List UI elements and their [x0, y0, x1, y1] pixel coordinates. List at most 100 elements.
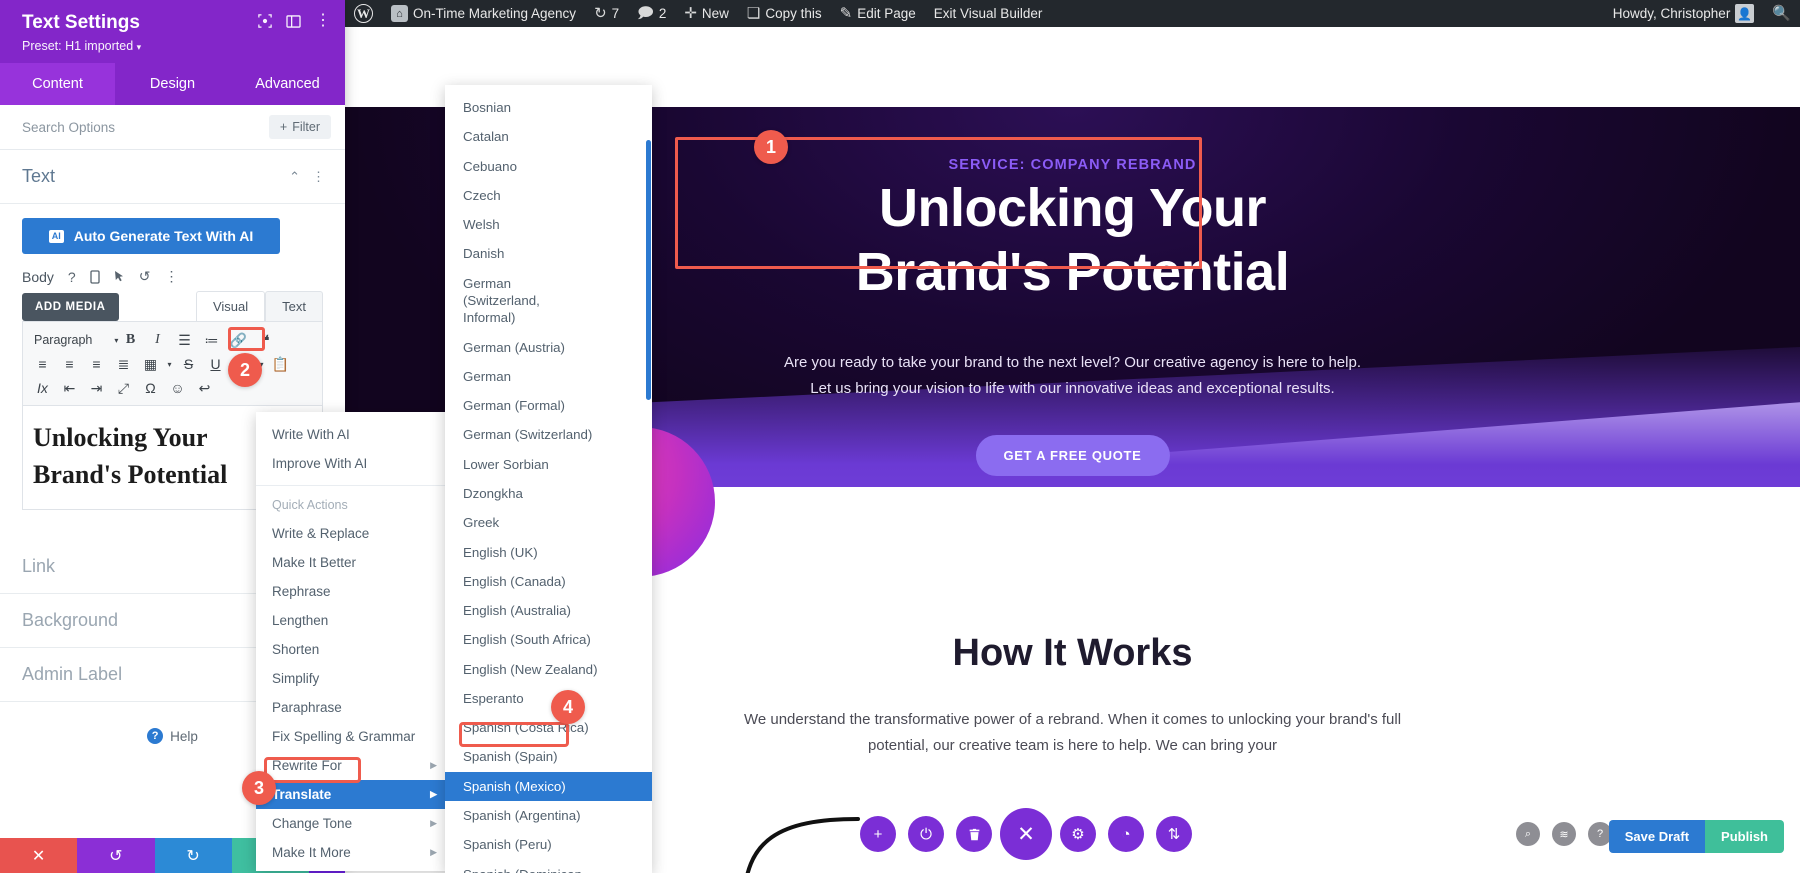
reset-icon[interactable]: ↺ [139, 268, 151, 285]
translate-language-submenu[interactable]: Bosnian Catalan Cebuano Czech Welsh Dani… [445, 85, 652, 873]
settings-gear-button[interactable]: ⚙ [1060, 816, 1096, 852]
language-item[interactable]: Spanish (Costa Rica) [445, 713, 652, 742]
language-menu-scrollbar[interactable] [646, 140, 651, 400]
language-item[interactable]: German (Austria) [445, 333, 652, 362]
language-item[interactable]: Esperanto [445, 684, 652, 713]
language-item[interactable]: Lower Sorbian [445, 450, 652, 479]
language-item[interactable]: Welsh [445, 210, 652, 239]
tab-content[interactable]: Content [0, 63, 115, 105]
undo-button[interactable]: ↩ [192, 377, 217, 400]
tab-text[interactable]: Text [265, 291, 323, 321]
language-item[interactable]: German (Formal) [445, 391, 652, 420]
language-item[interactable]: Danish [445, 239, 652, 268]
redo-button[interactable]: ↻ [154, 838, 232, 873]
menu-item-translate[interactable]: Translate ▶ [256, 780, 453, 809]
menu-item-make-it-better[interactable]: Make It Better [256, 548, 453, 577]
get-a-free-quote-button[interactable]: GET A FREE QUOTE [975, 435, 1170, 476]
focus-icon[interactable] [258, 14, 272, 28]
language-item[interactable]: English (Australia) [445, 596, 652, 625]
indent-button[interactable]: ⇥ [84, 377, 109, 400]
language-item[interactable]: Bosnian [445, 93, 652, 122]
copy-this-item[interactable]: ❏ Copy this [738, 0, 831, 27]
wordpress-admin-bar[interactable]: W ⌂ On-Time Marketing Agency ↻ 7 🗩 2 ✛ N… [345, 0, 1800, 27]
search-input[interactable]: Search Options [22, 120, 115, 135]
special-character-button[interactable]: Ω [138, 377, 163, 400]
language-item[interactable]: Spanish (Dominican Republic) [445, 860, 652, 873]
menu-item-rewrite-for[interactable]: Rewrite For ▶ [256, 751, 453, 780]
menu-item-improve-with-ai[interactable]: Improve With AI [256, 449, 453, 478]
emoji-button[interactable]: ☺ [165, 377, 190, 400]
underline-button[interactable]: U [203, 353, 228, 376]
admin-search-button[interactable]: 🔍 [1763, 0, 1800, 27]
divi-save-group[interactable]: Save Draft Publish [1608, 820, 1784, 853]
align-justify-button[interactable]: ≣ [111, 353, 136, 376]
outdent-button[interactable]: ⇤ [57, 377, 82, 400]
more-options-icon[interactable]: ⋮ [315, 13, 331, 29]
zoom-button[interactable]: ⌕ [1516, 822, 1540, 846]
menu-item-fix-spelling-and-grammar[interactable]: Fix Spelling & Grammar [256, 722, 453, 751]
menu-item-write-with-ai[interactable]: Write With AI [256, 420, 453, 449]
menu-item-write-and-replace[interactable]: Write & Replace [256, 519, 453, 548]
help-question-icon[interactable]: ? [68, 269, 76, 285]
editor-toolbar[interactable]: Paragraph ▾ B I ☰ ≔ 🔗 ❝ ≡ ≡ ≡ ≣ ▦ ▾ S U … [22, 321, 323, 406]
menu-item-paraphrase[interactable]: Paraphrase [256, 693, 453, 722]
menu-item-shorten[interactable]: Shorten [256, 635, 453, 664]
language-item[interactable]: English (UK) [445, 538, 652, 567]
auto-generate-text-with-ai-button[interactable]: AI Auto Generate Text With AI [22, 218, 280, 254]
menu-item-make-it-more[interactable]: Make It More ▶ [256, 838, 453, 867]
editor-toolbar-row-3[interactable]: Ix ⇤ ⇥ ⤢ Ω ☺ ↩ [30, 376, 315, 400]
editor-toolbar-row-2[interactable]: ≡ ≡ ≡ ≣ ▦ ▾ S U A ▾ 📋 [30, 352, 315, 376]
bulleted-list-button[interactable]: ☰ [172, 329, 197, 352]
mobile-device-icon[interactable] [90, 269, 100, 284]
publish-button[interactable]: Publish [1705, 820, 1784, 853]
delete-button[interactable] [956, 816, 992, 852]
language-item[interactable]: Spanish (Spain) [445, 742, 652, 771]
language-item[interactable]: German (Switzerland) [445, 420, 652, 449]
account-item[interactable]: Howdy, Christopher 👤 [1604, 0, 1764, 27]
responsive-button[interactable]: ⇅ [1156, 816, 1192, 852]
blockquote-button[interactable]: ❝ [253, 329, 278, 352]
section-text-icons[interactable]: ⌃ ⋮ [289, 169, 325, 185]
save-draft-button[interactable]: Save Draft [1608, 820, 1706, 853]
panel-tabs[interactable]: Content Design Advanced [0, 63, 345, 105]
language-item[interactable]: English (Canada) [445, 567, 652, 596]
language-item-selected[interactable]: Spanish (Mexico) [445, 771, 652, 802]
ai-actions-menu[interactable]: Write With AI Improve With AI Quick Acti… [256, 412, 453, 871]
menu-item-rephrase[interactable]: Rephrase [256, 577, 453, 606]
italic-button[interactable]: I [145, 329, 170, 352]
align-center-button[interactable]: ≡ [57, 353, 82, 376]
preset-label[interactable]: Preset: H1 imported ▾ [22, 39, 327, 53]
tab-design[interactable]: Design [115, 63, 230, 105]
more-options-icon[interactable]: ⋮ [312, 169, 325, 185]
align-right-button[interactable]: ≡ [84, 353, 109, 376]
discard-changes-button[interactable]: ✕ [0, 838, 78, 873]
body-field-toolbar[interactable]: Body ? ↺ ⋮ [0, 254, 345, 291]
updates-item[interactable]: ↻ 7 [585, 0, 628, 27]
language-item[interactable]: English (New Zealand) [445, 655, 652, 684]
tab-visual[interactable]: Visual [195, 291, 266, 321]
language-item[interactable]: English (South Africa) [445, 625, 652, 654]
language-item[interactable]: Spanish (Argentina) [445, 801, 652, 830]
add-media-button[interactable]: ADD MEDIA [22, 293, 119, 321]
editor-mode-tabs[interactable]: Visual Text [195, 291, 323, 321]
more-options-icon[interactable]: ⋮ [164, 268, 178, 285]
search-options-row[interactable]: Search Options + Filter [0, 105, 345, 150]
language-item[interactable]: German [445, 362, 652, 391]
language-item[interactable]: Dzongkha [445, 479, 652, 508]
align-left-button[interactable]: ≡ [30, 353, 55, 376]
link-button[interactable]: 🔗 [226, 329, 251, 352]
exit-visual-builder-item[interactable]: Exit Visual Builder [925, 0, 1052, 27]
format-select[interactable]: Paragraph ▾ [30, 333, 118, 347]
dock-panel-icon[interactable] [286, 14, 301, 28]
close-builder-button[interactable]: ✕ [1000, 808, 1052, 860]
hover-cursor-icon[interactable] [114, 270, 125, 283]
add-section-button[interactable]: + [860, 816, 896, 852]
language-item[interactable]: Greek [445, 508, 652, 537]
language-item[interactable]: German (Switzerland, Informal) [445, 269, 555, 333]
language-item[interactable]: Spanish (Peru) [445, 830, 652, 859]
filter-button[interactable]: + Filter [268, 115, 331, 139]
wireframe-toggle-button[interactable]: ⏻ [908, 816, 944, 852]
chevron-down-icon[interactable]: ▾ [165, 353, 174, 376]
history-clock-button[interactable]: ◔ [1108, 816, 1144, 852]
menu-item-lengthen[interactable]: Lengthen [256, 606, 453, 635]
